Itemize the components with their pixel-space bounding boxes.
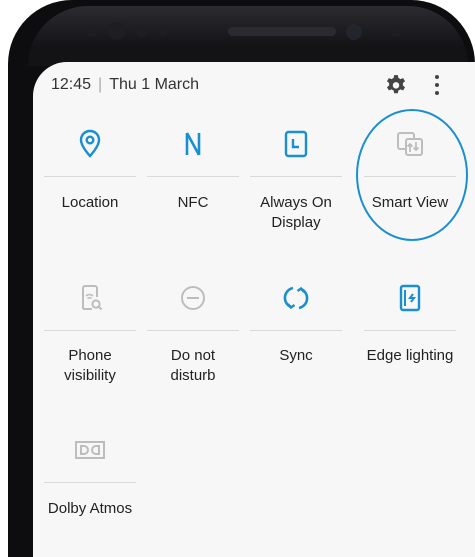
status-date: Thu 1 March xyxy=(109,76,200,93)
tile-divider xyxy=(250,176,342,177)
tile-label: Phone visibility xyxy=(40,346,140,386)
tile-label: Edge lighting xyxy=(366,347,454,364)
tile-label-line: visibility xyxy=(64,367,116,384)
nfc-icon xyxy=(185,132,201,156)
tile-divider xyxy=(44,176,136,177)
sensor xyxy=(158,26,168,36)
tile-divider xyxy=(44,330,136,331)
clock-time: 12:45 xyxy=(51,76,92,93)
quick-settings-panel: 12:45 | Thu 1 March Location NFC Always … xyxy=(33,62,475,557)
tile-do-not-disturb[interactable]: Do not disturb xyxy=(143,276,243,386)
phone-device: 12:45 | Thu 1 March Location NFC Always … xyxy=(0,0,475,557)
phone-visibility-icon xyxy=(82,285,103,311)
dolby-atmos-icon xyxy=(75,441,105,459)
tile-label-line: Phone xyxy=(68,347,112,364)
tile-label-line: disturb xyxy=(170,367,216,384)
tile-sync[interactable]: Sync xyxy=(246,276,346,386)
status-separator: | xyxy=(98,76,103,93)
always-on-display-icon xyxy=(284,130,308,158)
sensor xyxy=(136,25,148,37)
tile-divider xyxy=(147,330,239,331)
tile-label-line: Do not xyxy=(170,347,216,364)
earpiece-speaker xyxy=(228,27,336,36)
tile-label: Sync xyxy=(279,347,313,364)
tile-edge-lighting[interactable]: Edge lighting xyxy=(360,276,460,386)
tile-label: Dolby Atmos xyxy=(47,500,133,517)
front-camera xyxy=(346,24,362,40)
tile-location[interactable]: Location xyxy=(40,122,140,232)
tile-always-on-display[interactable]: Always On Display xyxy=(246,122,346,232)
location-pin-icon xyxy=(79,129,101,158)
tile-divider xyxy=(250,330,342,331)
tile-label-line: Display xyxy=(271,214,321,231)
tile-divider xyxy=(147,176,239,177)
tile-label-line: Always On xyxy=(260,194,332,211)
tile-label: Always On Display xyxy=(246,193,346,233)
tile-divider xyxy=(364,330,456,331)
more-vertical-icon[interactable] xyxy=(433,74,441,96)
do-not-disturb-icon xyxy=(181,286,205,310)
sensor xyxy=(108,22,126,40)
tile-dolby-atmos[interactable]: Dolby Atmos xyxy=(40,428,140,538)
tile-nfc[interactable]: NFC xyxy=(143,122,243,232)
tile-label: Do not disturb xyxy=(143,346,243,386)
sensor xyxy=(86,25,98,37)
gear-icon[interactable] xyxy=(383,73,409,99)
tile-label: Location xyxy=(61,194,119,211)
tile-phone-visibility[interactable]: Phone visibility xyxy=(40,276,140,386)
status-bar: 12:45 | Thu 1 March xyxy=(51,76,199,94)
tile-label: NFC xyxy=(177,194,209,211)
edge-lighting-icon xyxy=(399,284,421,312)
sync-icon xyxy=(283,286,309,310)
smart-view-highlight-circle xyxy=(356,109,468,241)
sensor xyxy=(390,25,402,37)
tile-divider xyxy=(44,482,136,483)
